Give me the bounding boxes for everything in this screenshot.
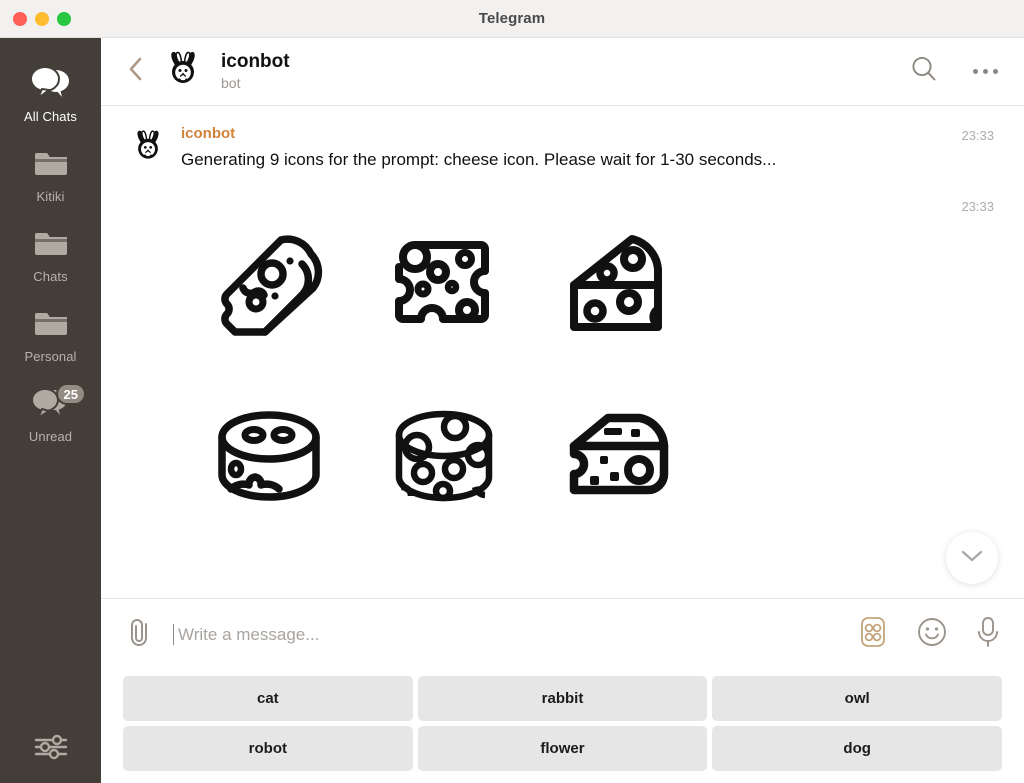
smiley-icon [916,616,948,653]
keyboard-button-dog[interactable]: dog [712,726,1002,771]
sidebar-label: Personal [24,349,77,364]
attach-button[interactable] [125,615,155,654]
sidebar-label: All Chats [24,109,77,124]
voice-record-button[interactable] [974,615,1002,654]
sidebar-item-kitiki[interactable]: Kitiki [0,132,101,212]
unread-badge: 25 [55,383,86,405]
chat-title: iconbot [221,50,290,72]
keyboard-button-flower[interactable]: flower [417,726,708,771]
message-input[interactable] [174,624,838,645]
message-author[interactable]: iconbot [181,124,1002,144]
message-timestamp: 23:33 [961,128,994,143]
search-icon [909,54,939,89]
chat-subtitle: bot [221,74,241,91]
keyboard-button-cat[interactable]: cat [123,676,413,721]
compose-actions [838,615,1002,654]
message-item: iconbot Generating 9 icons for the promp… [101,124,1024,173]
cheese-wedge-flat-icon[interactable] [531,371,706,543]
keyboard-button-robot[interactable]: robot [123,726,413,771]
cheese-block-square-icon[interactable] [356,199,531,371]
sidebar-settings-button[interactable] [0,732,101,767]
message-list[interactable]: iconbot Generating 9 icons for the promp… [101,106,1024,598]
message-text: Generating 9 icons for the prompt: chees… [181,150,777,169]
compose-input-wrap[interactable] [173,624,838,645]
sidebar-item-all-chats[interactable]: All Chats [0,52,101,132]
chevron-left-icon [128,56,144,87]
left-sidebar: All Chats Kitiki Chats Personal 25 Unrea… [0,38,101,783]
message-content: iconbot Generating 9 icons for the promp… [169,124,1002,173]
back-button[interactable] [123,57,149,87]
cheese-round-holes-icon[interactable] [356,371,531,543]
window-titlebar: Telegram [0,0,1024,38]
telegram-window: Telegram All Chats Kitiki Chats Personal… [0,0,1024,783]
sidebar-label: Unread [28,429,73,444]
chat-pane: iconbot bot iconbot Generating 9 icons f… [101,38,1024,783]
sidebar-label: Chats [33,269,68,284]
message-avatar[interactable] [127,124,169,173]
sidebar-item-unread[interactable]: 25 Unread [0,372,101,452]
chat-header-actions [909,54,1006,89]
folder-icon [31,301,71,345]
cheese-wedge-angled-icon[interactable] [181,199,356,371]
folder-icon [31,141,71,185]
generated-icon-grid [181,199,1002,543]
message-timestamp: 23:33 [961,199,994,214]
window-body: All Chats Kitiki Chats Personal 25 Unrea… [0,38,1024,783]
chat-bubble-icon: 25 [29,381,86,425]
sidebar-item-chats[interactable]: Chats [0,212,101,292]
compose-bar [101,598,1024,670]
microphone-icon [974,615,1002,654]
scroll-to-bottom-button[interactable] [946,532,998,584]
sliders-icon [32,732,70,767]
keyboard-button-owl[interactable]: owl [712,676,1002,721]
keyboard-button-rabbit[interactable]: rabbit [417,676,708,721]
chat-avatar[interactable] [163,49,203,94]
bot-commands-button[interactable] [856,615,890,654]
chat-title-block: iconbot bot [221,51,909,93]
chevron-down-icon [960,548,984,569]
chat-header: iconbot bot [101,38,1024,106]
paperclip-icon [125,615,155,654]
search-button[interactable] [909,54,939,89]
bot-keyboard: cat rabbit owl robot flower dog [101,670,1024,783]
folder-icon [31,221,71,265]
cheese-wheel-icon[interactable] [181,371,356,543]
chats-icon [29,61,73,105]
rabbit-avatar [130,128,166,173]
more-options-icon [973,69,998,74]
message-item-icons: 23:33 [101,199,1024,543]
rabbit-avatar [163,49,203,94]
sidebar-label: Kitiki [36,189,65,204]
more-options-button[interactable] [973,69,998,74]
emoji-button[interactable] [916,616,948,653]
window-title: Telegram [478,10,546,27]
sidebar-item-personal[interactable]: Personal [0,292,101,372]
bot-commands-icon [856,615,890,654]
cheese-wedge-sloped-icon[interactable] [531,199,706,371]
